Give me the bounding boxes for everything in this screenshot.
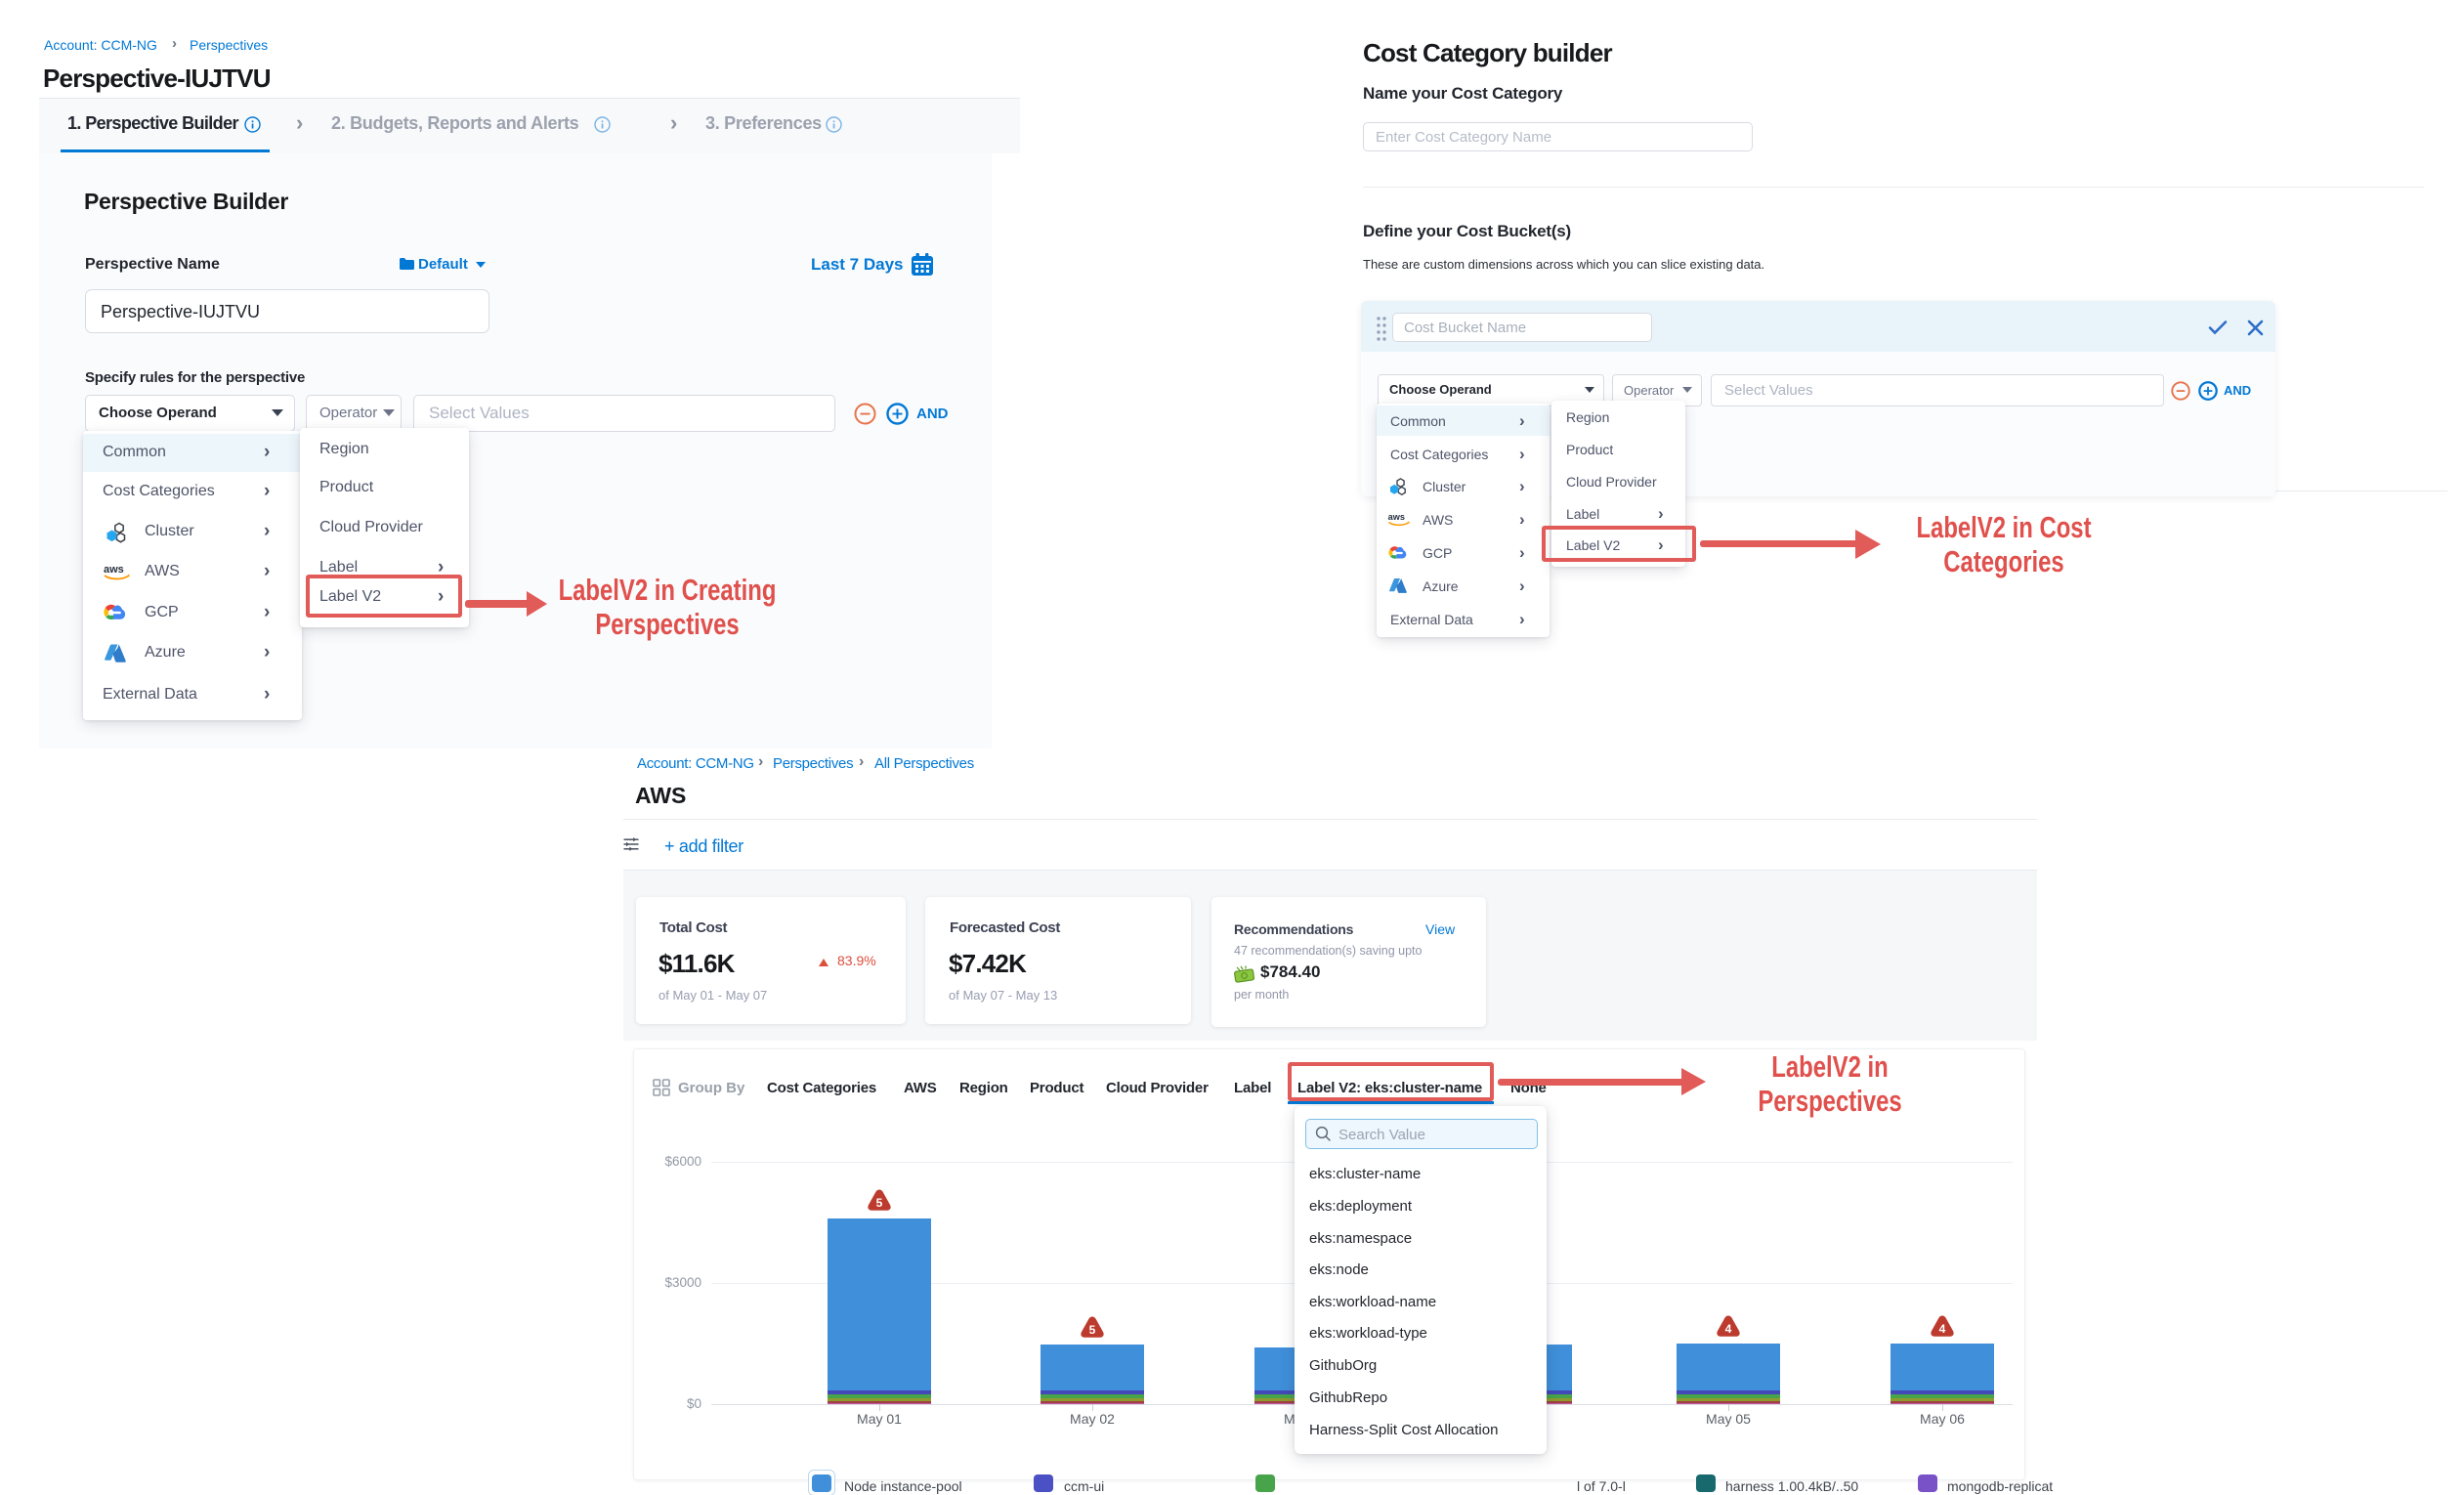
svg-text:4: 4: [1725, 1322, 1732, 1336]
svg-text:aws: aws: [104, 564, 124, 576]
svg-text:4: 4: [1939, 1322, 1946, 1336]
svg-text:5: 5: [876, 1196, 883, 1210]
svg-text:5: 5: [1089, 1323, 1096, 1337]
svg-text:aws: aws: [1388, 512, 1405, 522]
